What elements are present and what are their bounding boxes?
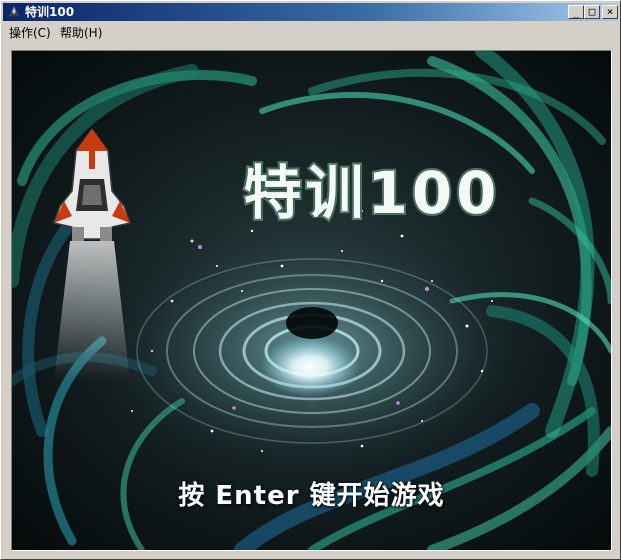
- close-button[interactable]: ×: [602, 5, 618, 19]
- start-prompt: 按 Enter 键开始游戏: [178, 481, 445, 511]
- minimize-button[interactable]: _: [568, 5, 584, 19]
- black-hole: [286, 307, 338, 339]
- app-window: 特训100 _ □ × 操作(C) 帮助(H) 特训100 按 Enter 键开…: [0, 0, 621, 560]
- menu-operate[interactable]: 操作(C): [9, 24, 51, 41]
- window-title: 特训100: [25, 5, 75, 19]
- galaxy-core: [260, 337, 360, 397]
- game-canvas[interactable]: 特训100 按 Enter 键开始游戏: [11, 50, 612, 551]
- menu-help[interactable]: 帮助(H): [60, 24, 102, 41]
- menu-bar: 操作(C) 帮助(H): [3, 22, 618, 41]
- title-bar[interactable]: 特训100 _ □ ×: [3, 3, 618, 21]
- maximize-button[interactable]: □: [584, 5, 600, 19]
- game-title: 特训100: [241, 157, 501, 229]
- app-icon: [8, 5, 20, 19]
